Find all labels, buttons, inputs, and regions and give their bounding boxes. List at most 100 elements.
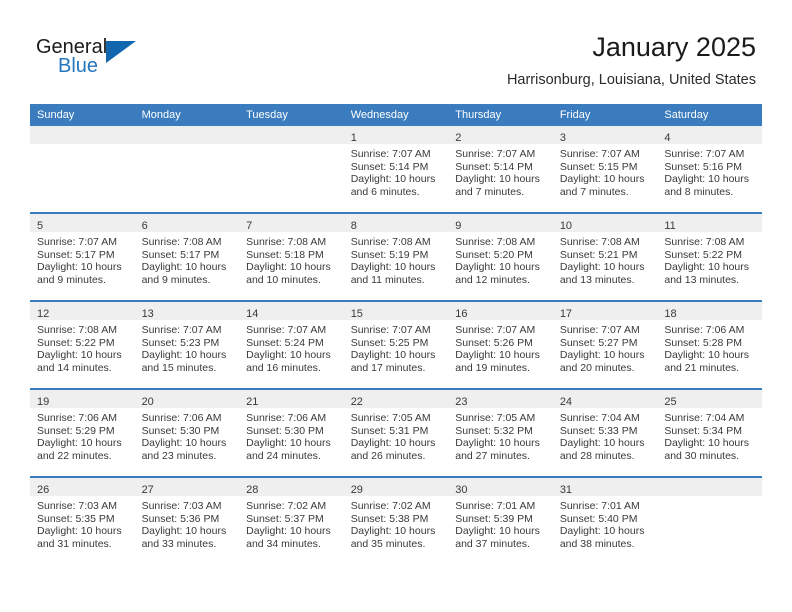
day-number-band: 18 [657, 302, 762, 320]
sunrise-text: Sunrise: 7:07 AM [455, 148, 536, 160]
day-cell[interactable]: 4 Sunrise: 7:07 AM Sunset: 5:16 PM Daylight… [657, 126, 762, 212]
day-number-band: 24 [552, 390, 658, 408]
day-cell[interactable]: 14 Sunrise: 7:07 AM Sunset: 5:24 PM Dayligh… [239, 302, 344, 388]
sunrise-text: Sunrise: 7:01 AM [455, 500, 536, 512]
brand-triangle-icon [106, 41, 136, 63]
day-cell[interactable]: 21 Sunrise: 7:06 AM Sunset: 5:30 PM Dayligh… [239, 390, 344, 476]
day-cell[interactable]: 7 Sunrise: 7:08 AM Sunset: 5:18 PM Daylight… [239, 214, 344, 300]
daylight-text-line1: Daylight: 10 hours [455, 437, 540, 450]
day-number: 11 [664, 220, 676, 232]
day-details: Sunrise: 7:06 AM Sunset: 5:30 PM Daylight:… [135, 408, 240, 462]
day-cell-empty [134, 126, 240, 212]
calendar-cell: 13 Sunrise: 7:07 AM Sunset: 5:23 PM Dayligh… [134, 300, 240, 389]
day-details: Sunrise: 7:07 AM Sunset: 5:25 PM Daylight:… [344, 320, 449, 374]
sunset-text: Sunset: 5:14 PM [350, 160, 429, 173]
day-cell[interactable]: 20 Sunrise: 7:06 AM Sunset: 5:30 PM Dayligh… [134, 390, 240, 476]
daylight-text-line2: and 15 minutes. [141, 361, 217, 374]
day-number: 18 [664, 308, 677, 320]
day-cell[interactable]: 16 Sunrise: 7:07 AM Sunset: 5:26 PM Dayligh… [448, 302, 553, 388]
brand-name-blue: Blue [58, 55, 99, 77]
daylight-text-line2: and 37 minutes. [455, 537, 530, 550]
calendar-week-row: 19 Sunrise: 7:06 AM Sunset: 5:29 PM Dayligh… [30, 388, 762, 477]
day-cell[interactable]: 28 Sunrise: 7:02 AM Sunset: 5:37 PM Dayligh… [239, 478, 344, 564]
day-cell[interactable]: 11 Sunrise: 7:08 AM Sunset: 5:22 PM Dayligh… [657, 214, 762, 300]
sunset-text: Sunset: 5:17 PM [141, 248, 220, 261]
day-number: 5 [37, 220, 44, 232]
day-cell[interactable]: 31 Sunrise: 7:01 AM Sunset: 5:40 PM Dayligh… [552, 478, 658, 564]
day-cell[interactable]: 8 Sunrise: 7:08 AM Sunset: 5:19 PM Daylight… [343, 214, 449, 300]
daylight-text-line2: and 27 minutes. [455, 449, 530, 462]
day-cell[interactable]: 10 Sunrise: 7:08 AM Sunset: 5:21 PM Dayligh… [552, 214, 658, 300]
sunset-text: Sunset: 5:39 PM [455, 512, 533, 525]
day-cell[interactable]: 2 Sunrise: 7:07 AM Sunset: 5:14 PM Daylight… [448, 126, 553, 212]
day-cell[interactable]: 9 Sunrise: 7:08 AM Sunset: 5:20 PM Daylight… [448, 214, 553, 300]
day-details: Sunrise: 7:01 AM Sunset: 5:40 PM Daylight:… [553, 496, 658, 550]
sunset-text: Sunset: 5:37 PM [246, 512, 324, 525]
day-number-band: 21 [239, 390, 344, 408]
sunset-text: Sunset: 5:33 PM [559, 424, 638, 437]
daylight-text-line1: Daylight: 10 hours [350, 173, 436, 186]
daylight-text-line1: Daylight: 10 hours [141, 525, 227, 538]
sunrise-text: Sunrise: 7:08 AM [455, 236, 536, 248]
calendar-cell: 27 Sunrise: 7:03 AM Sunset: 5:36 PM Dayligh… [134, 476, 240, 564]
daylight-text-line1: Daylight: 10 hours [559, 173, 645, 186]
daylight-text-line1: Daylight: 10 hours [37, 261, 122, 274]
day-number: 23 [455, 396, 468, 408]
day-cell[interactable]: 18 Sunrise: 7:06 AM Sunset: 5:28 PM Dayligh… [657, 302, 762, 388]
sunrise-text: Sunrise: 7:05 AM [350, 412, 431, 424]
day-details: Sunrise: 7:08 AM Sunset: 5:20 PM Daylight:… [448, 232, 553, 286]
day-cell[interactable]: 3 Sunrise: 7:07 AM Sunset: 5:15 PM Daylight… [552, 126, 658, 212]
daylight-text-line2: and 33 minutes. [141, 537, 217, 550]
daylight-text-line2: and 12 minutes. [455, 273, 530, 286]
daylight-text-line1: Daylight: 10 hours [350, 349, 436, 362]
day-cell[interactable]: 24 Sunrise: 7:04 AM Sunset: 5:33 PM Dayligh… [552, 390, 658, 476]
calendar-week-row: 1 Sunrise: 7:07 AM Sunset: 5:14 PM Daylight… [30, 126, 762, 213]
sunrise-sunset-calendar: Sunday Monday Tuesday Wednesday Thursday Frid… [30, 104, 762, 564]
day-number-band: 16 [448, 302, 553, 320]
daylight-text-line1: Daylight: 10 hours [559, 437, 645, 450]
day-cell[interactable]: 5 Sunrise: 7:07 AM Sunset: 5:17 PM Daylight… [30, 214, 135, 300]
day-cell[interactable]: 26 Sunrise: 7:03 AM Sunset: 5:35 PM Dayligh… [30, 478, 135, 564]
day-cell[interactable]: 25 Sunrise: 7:04 AM Sunset: 5:34 PM Dayligh… [657, 390, 762, 476]
sunrise-text: Sunrise: 7:03 AM [37, 500, 117, 512]
daylight-text-line1: Daylight: 10 hours [350, 525, 436, 538]
sunrise-text: Sunrise: 7:08 AM [664, 236, 745, 248]
day-cell-empty [30, 126, 135, 212]
sunset-text: Sunset: 5:20 PM [455, 248, 533, 261]
day-number-band: 14 [239, 302, 344, 320]
day-cell[interactable]: 19 Sunrise: 7:06 AM Sunset: 5:29 PM Dayligh… [30, 390, 135, 476]
day-details: Sunrise: 7:07 AM Sunset: 5:17 PM Daylight:… [30, 232, 135, 286]
calendar-cell [134, 126, 240, 213]
weekday-header-saturday: Saturday [657, 104, 762, 126]
day-number: 31 [559, 484, 573, 496]
daylight-text-line2: and 38 minutes. [559, 537, 635, 550]
day-cell[interactable]: 30 Sunrise: 7:01 AM Sunset: 5:39 PM Dayligh… [448, 478, 553, 564]
day-number-band: 4 [657, 126, 762, 144]
day-number-band: 30 [448, 478, 553, 496]
day-cell[interactable]: 23 Sunrise: 7:05 AM Sunset: 5:32 PM Dayligh… [448, 390, 553, 476]
sunset-text: Sunset: 5:30 PM [246, 424, 324, 437]
day-cell[interactable]: 1 Sunrise: 7:07 AM Sunset: 5:14 PM Daylight… [343, 126, 449, 212]
day-cell[interactable]: 12 Sunrise: 7:08 AM Sunset: 5:22 PM Dayligh… [30, 302, 135, 388]
daylight-text-line2: and 13 minutes. [664, 273, 740, 286]
day-details: Sunrise: 7:04 AM Sunset: 5:34 PM Daylight:… [657, 408, 762, 462]
day-cell[interactable]: 29 Sunrise: 7:02 AM Sunset: 5:38 PM Dayligh… [343, 478, 449, 564]
day-cell[interactable]: 13 Sunrise: 7:07 AM Sunset: 5:23 PM Dayligh… [134, 302, 240, 388]
day-cell[interactable]: 22 Sunrise: 7:05 AM Sunset: 5:31 PM Dayligh… [343, 390, 449, 476]
sunrise-text: Sunrise: 7:04 AM [664, 412, 745, 424]
daylight-text-line2: and 9 minutes. [141, 273, 211, 286]
day-cell[interactable]: 27 Sunrise: 7:03 AM Sunset: 5:36 PM Dayligh… [134, 478, 240, 564]
day-cell[interactable]: 15 Sunrise: 7:07 AM Sunset: 5:25 PM Dayligh… [343, 302, 449, 388]
sunrise-text: Sunrise: 7:08 AM [559, 236, 640, 248]
sunrise-text: Sunrise: 7:06 AM [664, 324, 745, 336]
brand-logo[interactable]: General Blue [36, 36, 166, 84]
sunrise-text: Sunrise: 7:07 AM [350, 148, 431, 160]
day-number-band: 10 [552, 214, 658, 232]
day-cell[interactable]: 17 Sunrise: 7:07 AM Sunset: 5:27 PM Dayligh… [552, 302, 658, 388]
day-cell[interactable]: 6 Sunrise: 7:08 AM Sunset: 5:17 PM Daylight… [134, 214, 240, 300]
sunset-text: Sunset: 5:15 PM [559, 160, 638, 173]
day-details: Sunrise: 7:06 AM Sunset: 5:29 PM Daylight:… [30, 408, 135, 462]
day-number-band: 23 [448, 390, 553, 408]
sunrise-text: Sunrise: 7:06 AM [141, 412, 222, 424]
daylight-text-line1: Daylight: 10 hours [455, 261, 540, 274]
